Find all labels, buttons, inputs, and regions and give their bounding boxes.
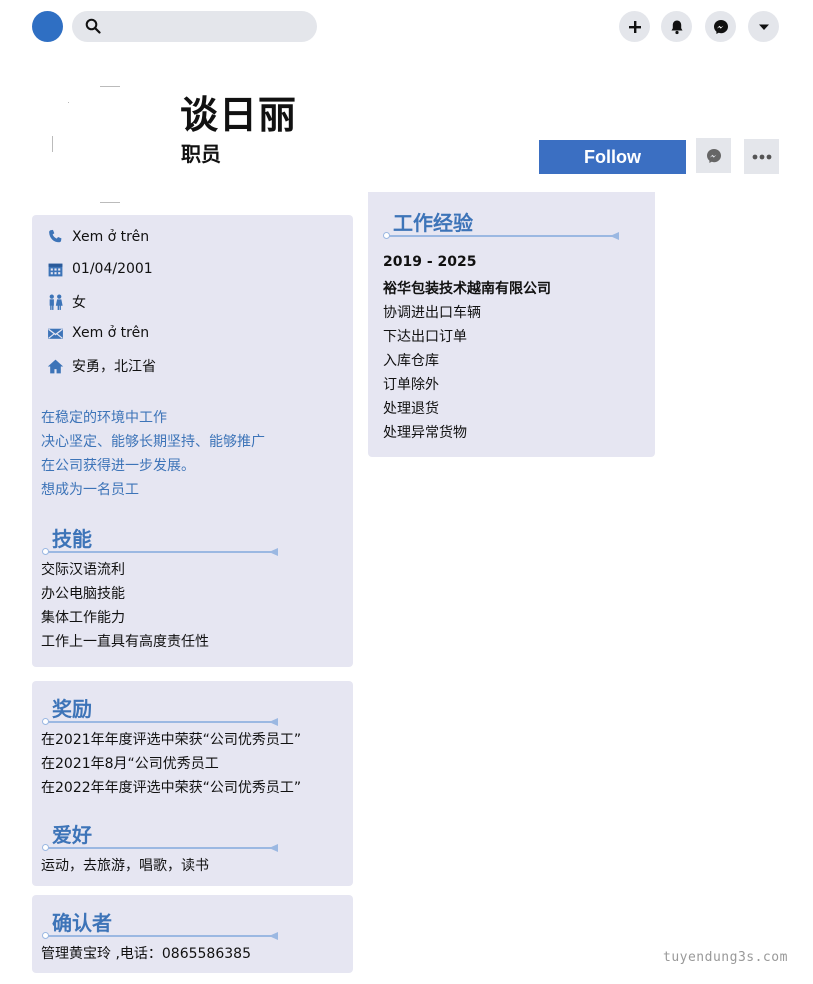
- experience-duty: 协调进出口车辆: [383, 305, 481, 321]
- experience-duty: 订单除外: [383, 377, 439, 393]
- create-button[interactable]: [619, 11, 650, 42]
- follow-button[interactable]: Follow: [539, 140, 686, 174]
- section-divider: [42, 844, 278, 852]
- objective-line: 在公司获得进一步发展。: [41, 458, 195, 474]
- watermark: tuyendung3s.com: [663, 950, 788, 965]
- experience-duty: 处理退货: [383, 401, 439, 417]
- hobbies-text: 运动，去旅游，唱歌，读书: [41, 858, 209, 874]
- contact-gender-value: 女: [72, 295, 86, 311]
- home-icon: [46, 357, 64, 375]
- info-panel: Xem ở trên 01/04/2001 女 Xem ở trên 安勇，北江…: [32, 215, 353, 667]
- contact-address: 安勇，北江省: [46, 356, 156, 376]
- award-item: 在2022年年度评选中荣获“公司优秀员工”: [41, 780, 302, 796]
- award-item: 在2021年8月“公司优秀员工: [41, 756, 219, 772]
- contact-birthday-value: 01/04/2001: [72, 261, 153, 277]
- contact-phone-value: Xem ở trên: [72, 229, 150, 245]
- award-item: 在2021年年度评选中荣获“公司优秀员工”: [41, 732, 302, 748]
- objective-line: 在稳定的环境中工作: [41, 410, 167, 426]
- calendar-icon: [46, 260, 64, 278]
- experience-duty: 下达出口订单: [383, 329, 467, 345]
- reference-text: 管理黄宝玲 ,电话：0865586385: [41, 946, 251, 962]
- more-options-button[interactable]: [744, 139, 779, 174]
- profile-name: 谈日丽: [180, 93, 298, 137]
- skill-item: 集体工作能力: [41, 610, 125, 626]
- experience-duty: 处理异常货物: [383, 425, 467, 441]
- contact-gender: 女: [46, 292, 86, 312]
- awards-panel: 奖励 在2021年年度评选中荣获“公司优秀员工” 在2021年8月“公司优秀员工…: [32, 681, 353, 886]
- skill-item: 办公电脑技能: [41, 586, 125, 602]
- contact-address-value: 安勇，北江省: [72, 359, 156, 375]
- bell-icon: [671, 20, 682, 34]
- objective-line: 决心坚定、能够长期坚持、能够推广: [41, 434, 265, 450]
- account-menu-button[interactable]: [748, 11, 779, 42]
- caret-down-icon: [758, 24, 769, 30]
- experience-panel: 工作经验 2019 - 2025 裕华包装技术越南有限公司 协调进出口车辆 下达…: [368, 192, 655, 457]
- experience-duty: 入库仓库: [383, 353, 439, 369]
- experience-period: 2019 - 2025: [383, 254, 477, 270]
- search-input[interactable]: [72, 11, 317, 42]
- section-divider: [42, 718, 278, 726]
- section-divider: [42, 932, 278, 940]
- messenger-button[interactable]: [705, 11, 736, 42]
- plus-icon: [628, 20, 641, 33]
- contact-birthday: 01/04/2001: [46, 260, 153, 278]
- search-icon: [85, 18, 101, 34]
- section-divider: [383, 232, 619, 240]
- objective-line: 想成为一名员工: [41, 482, 139, 498]
- section-divider: [42, 548, 278, 556]
- more-icon: [752, 154, 771, 159]
- avatar: [48, 86, 166, 204]
- skill-item: 工作上一直具有高度责任性: [41, 634, 209, 650]
- messenger-icon: [713, 19, 728, 34]
- career-objective: 在稳定的环境中工作 决心坚定、能够长期坚持、能够推广 在公司获得进一步发展。 想…: [41, 406, 265, 502]
- site-logo[interactable]: [32, 11, 63, 42]
- contact-email-value: Xem ở trên: [72, 325, 150, 341]
- contact-email: Xem ở trên: [46, 324, 149, 342]
- notifications-button[interactable]: [661, 11, 692, 42]
- phone-icon: [46, 228, 64, 246]
- contact-phone: Xem ở trên: [46, 228, 149, 246]
- message-button[interactable]: [696, 138, 731, 173]
- experience-company: 裕华包装技术越南有限公司: [383, 281, 551, 297]
- messenger-icon: [706, 148, 721, 163]
- profile-role: 职员: [181, 142, 221, 166]
- reference-panel: 确认者 管理黄宝玲 ,电话：0865586385: [32, 895, 353, 973]
- gender-icon: [46, 293, 64, 311]
- skill-item: 交际汉语流利: [41, 562, 125, 578]
- envelope-icon: [46, 324, 64, 342]
